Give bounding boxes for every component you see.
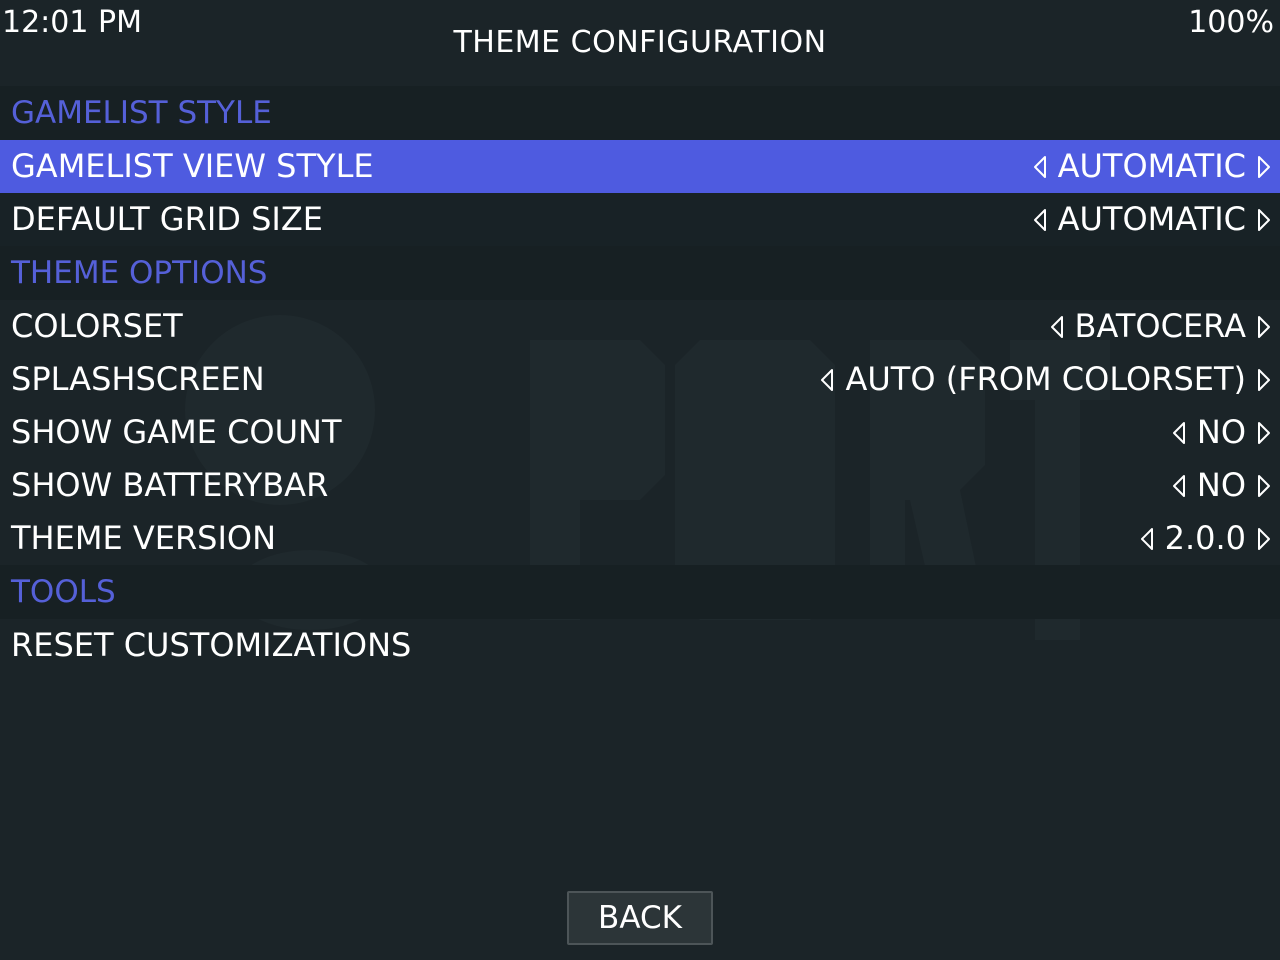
setting-value: NO — [1196, 413, 1246, 451]
left-arrow-icon[interactable] — [1032, 154, 1048, 180]
setting-value-selector[interactable]: AUTO (FROM COLORSET) — [819, 353, 1272, 406]
setting-value: AUTOMATIC — [1057, 147, 1246, 185]
back-button[interactable]: BACK — [567, 891, 713, 945]
left-arrow-icon[interactable] — [1171, 473, 1187, 499]
setting-value: NO — [1196, 466, 1246, 504]
setting-value-selector[interactable]: AUTOMATIC — [1032, 193, 1272, 246]
setting-label: SHOW GAME COUNT — [11, 413, 342, 451]
setting-label: COLORSET — [11, 307, 183, 345]
reset-customizations-item[interactable]: RESET CUSTOMIZATIONS — [0, 619, 1280, 672]
settings-menu: GAMELIST STYLE GAMELIST VIEW STYLE AUTOM… — [0, 86, 1280, 672]
setting-label: DEFAULT GRID SIZE — [11, 200, 323, 238]
left-arrow-icon[interactable] — [1139, 526, 1155, 552]
setting-value: AUTO (FROM COLORSET) — [845, 360, 1246, 398]
setting-value-selector[interactable]: NO — [1171, 406, 1272, 459]
page-title: THEME CONFIGURATION — [453, 25, 827, 60]
right-arrow-icon[interactable] — [1256, 314, 1272, 340]
left-arrow-icon[interactable] — [1032, 207, 1048, 233]
setting-theme-version[interactable]: THEME VERSION 2.0.0 — [0, 512, 1280, 565]
right-arrow-icon[interactable] — [1256, 473, 1272, 499]
setting-value-selector[interactable]: BATOCERA — [1049, 300, 1272, 353]
section-header-tools: TOOLS — [0, 565, 1280, 619]
section-header-gamelist-style: GAMELIST STYLE — [0, 86, 1280, 140]
setting-colorset[interactable]: COLORSET BATOCERA — [0, 300, 1280, 353]
left-arrow-icon[interactable] — [1171, 420, 1187, 446]
setting-value-selector[interactable]: AUTOMATIC — [1032, 140, 1272, 193]
setting-label: SPLASHSCREEN — [11, 360, 265, 398]
setting-default-grid-size[interactable]: DEFAULT GRID SIZE AUTOMATIC — [0, 193, 1280, 246]
right-arrow-icon[interactable] — [1256, 526, 1272, 552]
setting-value: BATOCERA — [1074, 307, 1246, 345]
section-header-theme-options: THEME OPTIONS — [0, 246, 1280, 300]
setting-value-selector[interactable]: 2.0.0 — [1139, 512, 1272, 565]
right-arrow-icon[interactable] — [1256, 207, 1272, 233]
setting-label: GAMELIST VIEW STYLE — [11, 147, 374, 185]
setting-label: SHOW BATTERYBAR — [11, 466, 329, 504]
setting-show-game-count[interactable]: SHOW GAME COUNT NO — [0, 406, 1280, 459]
setting-splashscreen[interactable]: SPLASHSCREEN AUTO (FROM COLORSET) — [0, 353, 1280, 406]
right-arrow-icon[interactable] — [1256, 154, 1272, 180]
setting-label: RESET CUSTOMIZATIONS — [11, 626, 412, 664]
setting-value: 2.0.0 — [1164, 519, 1246, 557]
setting-label: THEME VERSION — [11, 519, 277, 557]
setting-value: AUTOMATIC — [1057, 200, 1246, 238]
setting-show-batterybar[interactable]: SHOW BATTERYBAR NO — [0, 459, 1280, 512]
left-arrow-icon[interactable] — [1049, 314, 1065, 340]
setting-gamelist-view-style[interactable]: GAMELIST VIEW STYLE AUTOMATIC — [0, 140, 1280, 193]
setting-value-selector[interactable]: NO — [1171, 459, 1272, 512]
right-arrow-icon[interactable] — [1256, 367, 1272, 393]
right-arrow-icon[interactable] — [1256, 420, 1272, 446]
left-arrow-icon[interactable] — [819, 367, 835, 393]
